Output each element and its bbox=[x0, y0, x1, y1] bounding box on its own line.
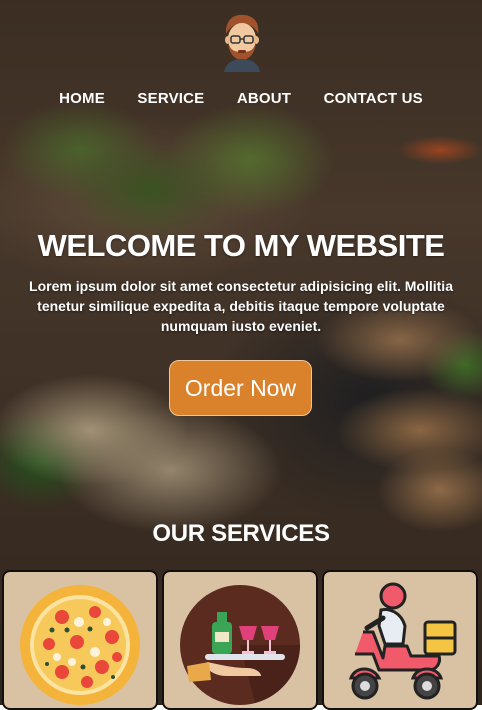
service-card-delivery[interactable] bbox=[322, 570, 478, 710]
service-cards bbox=[2, 570, 482, 710]
nav-about[interactable]: ABOUT bbox=[237, 90, 291, 107]
avatar[interactable] bbox=[220, 12, 264, 72]
avatar-icon bbox=[224, 14, 260, 72]
nav-service[interactable]: SERVICE bbox=[137, 90, 204, 107]
nav-home[interactable]: HOME bbox=[59, 90, 105, 107]
delivery-scooter-icon bbox=[348, 582, 457, 700]
service-card-serving[interactable] bbox=[162, 570, 318, 710]
serving-tray-icon bbox=[180, 585, 300, 705]
nav-contact-us[interactable]: CONTACT US bbox=[324, 90, 423, 107]
service-card-pizza[interactable] bbox=[2, 570, 158, 710]
main-nav: HOME SERVICE ABOUT CONTACT US bbox=[0, 90, 482, 108]
pizza-icon bbox=[20, 585, 140, 705]
hero-title: WELCOME TO MY WEBSITE bbox=[37, 228, 445, 263]
order-now-button[interactable]: Order Now bbox=[169, 360, 312, 416]
services-title: OUR SERVICES bbox=[152, 520, 330, 547]
hero-lead-text: Lorem ipsum dolor sit amet consectetur a… bbox=[29, 278, 453, 334]
